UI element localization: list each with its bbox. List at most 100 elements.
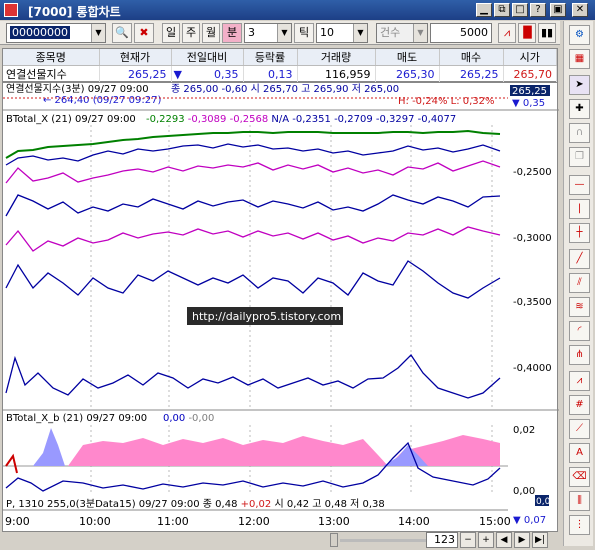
magnet-icon: ∩: [575, 127, 584, 138]
tool-more[interactable]: ⋮: [569, 515, 590, 535]
tool-pointer[interactable]: ➤: [569, 75, 590, 95]
chevron-down-icon[interactable]: ▼: [91, 24, 105, 42]
col-header: 등락률: [243, 49, 298, 66]
col-header: 전일대비: [171, 49, 244, 66]
tool-pitchfork[interactable]: ⋔: [569, 345, 590, 365]
tool-candle[interactable]: ⫼: [569, 491, 590, 511]
zoom-input[interactable]: 123: [426, 532, 458, 548]
chart-type-button[interactable]: ⩘: [498, 23, 516, 43]
blue-line-2: [5, 194, 501, 217]
period-minute-button[interactable]: 분: [222, 23, 242, 43]
arrow-left-icon: ◀: [500, 535, 508, 545]
indicator-button[interactable]: ▐▌: [518, 23, 536, 43]
y-tick: 0,00: [513, 486, 535, 497]
tool-magnet[interactable]: ∩: [569, 123, 590, 143]
chart-area[interactable]: 연결선물지수(3분) 09/27 09:00 종 265,00 -0,60 시 …: [2, 82, 559, 533]
search-button[interactable]: 🔍: [112, 23, 132, 43]
pane1-value: -0,2293: [146, 114, 185, 125]
tool-copy[interactable]: ❐: [569, 147, 590, 167]
price-ohlc: 종 265,00 -0,60 시 265,70 고 265,90 저 265,0…: [171, 83, 399, 95]
bottom-controls: 123 − + ◀ ▶ ▶|: [330, 531, 560, 549]
zoom-in-button[interactable]: +: [478, 532, 494, 548]
pane2-name: BTotal_X_b (21) 09/27 09:00: [6, 413, 147, 424]
pin-button[interactable]: ▣: [550, 3, 566, 17]
volume-button[interactable]: ▮▮: [538, 23, 556, 43]
time-tick: 15:00: [479, 515, 511, 528]
pane1-value: -0,2351: [292, 114, 331, 125]
pane1-gridlines: [90, 125, 493, 409]
tool-horizontal-line[interactable]: —: [569, 175, 590, 195]
chevron-down-icon[interactable]: ▼: [353, 24, 367, 42]
tool-cross-line[interactable]: ┼: [569, 223, 590, 243]
minute-combo[interactable]: 3 ▼: [244, 23, 292, 43]
candle-icon: ⫼: [577, 495, 582, 506]
pane1-value: -0,2709: [334, 114, 373, 125]
tool-settings[interactable]: ⚙: [569, 25, 590, 45]
tool-fibo-arc[interactable]: ◜: [569, 321, 590, 341]
help-button[interactable]: ?: [530, 3, 546, 17]
tool-gann-grid[interactable]: #: [569, 395, 590, 415]
ask-price: 265,30: [375, 65, 440, 82]
minimize-button[interactable]: ▁: [476, 3, 492, 17]
search-icon: 🔍: [115, 26, 129, 39]
blue-line-1: [5, 143, 501, 166]
time-tick: 13:00: [318, 515, 350, 528]
chart-svg[interactable]: 연결선물지수(3분) 09/27 09:00 종 265,00 -0,60 시 …: [3, 83, 559, 533]
change-cell: ▼ 0,35: [171, 65, 244, 82]
down-arrow-icon: ▼: [173, 67, 182, 81]
indicator-pane-1[interactable]: BTotal_X (21) 09/27 09:00 -0,2293 -0,308…: [5, 114, 552, 409]
tool-erase[interactable]: ⌫: [569, 467, 590, 487]
code-value: 00000000: [10, 26, 70, 39]
copy-icon: ❐: [575, 151, 584, 162]
tool-crosshair[interactable]: ✚: [569, 99, 590, 119]
tool-fibo-fan[interactable]: ≋: [569, 297, 590, 317]
magenta-line-2: [5, 226, 501, 252]
tool-vertical-line[interactable]: |: [569, 199, 590, 219]
y-tick: 0,02: [513, 425, 535, 436]
tool-speed-line[interactable]: ⟋: [569, 419, 590, 439]
title-bar: [7000] 통합차트 ▁ ⧉ □ ? ▣ ✕: [0, 0, 595, 20]
bar-chart-icon: ▐▌: [519, 26, 536, 39]
speed-line-icon: ⟋: [576, 423, 583, 434]
blue-line-4: [5, 353, 501, 399]
delete-search-button[interactable]: ✖: [134, 23, 154, 43]
red-marker: [5, 453, 18, 474]
period-week-button[interactable]: 주: [182, 23, 200, 43]
pane1-value: -0,3089: [188, 114, 227, 125]
last-price: 265,25: [512, 86, 547, 97]
chevron-down-icon[interactable]: ▼: [413, 24, 427, 42]
blue-line-3: [5, 260, 501, 299]
maximize-button[interactable]: □: [512, 3, 528, 17]
last-change: ▼ 0,35: [512, 98, 545, 109]
quote-header-row: 종목명 현재가 전일대비 등락률 거래량 매도 매수 시가: [3, 49, 557, 66]
symbol-name[interactable]: 연결선물지수: [3, 65, 100, 82]
period-month-button[interactable]: 월: [202, 23, 220, 43]
count-combo[interactable]: 건수 ▼: [376, 23, 428, 43]
next-button[interactable]: ▶: [514, 532, 530, 548]
tool-layout[interactable]: ▦: [569, 49, 590, 69]
time-tick: 14:00: [398, 515, 430, 528]
code-combo[interactable]: 00000000 ▼: [6, 23, 106, 43]
count-input[interactable]: 5000: [430, 23, 492, 43]
tick-button[interactable]: 틱: [294, 23, 314, 43]
tool-channel-line[interactable]: ⫽: [569, 273, 590, 293]
end-button[interactable]: ▶|: [532, 532, 548, 548]
pane2-last-neg: ▼ 0,07: [513, 515, 546, 526]
tool-gann-fan[interactable]: ⩘: [569, 371, 590, 391]
price-legend: 연결선물지수(3분) 09/27 09:00: [6, 83, 149, 95]
scroll-left-button[interactable]: [330, 533, 338, 547]
tool-text[interactable]: A: [569, 443, 590, 463]
col-header: 종목명: [3, 49, 100, 66]
chevron-down-icon[interactable]: ▼: [277, 24, 291, 42]
scroll-track[interactable]: [340, 539, 426, 542]
close-button[interactable]: ✕: [572, 3, 588, 17]
tick-combo[interactable]: 10 ▼: [316, 23, 368, 43]
period-day-button[interactable]: 일: [162, 23, 180, 43]
tool-trend-line[interactable]: ╱: [569, 249, 590, 269]
prev-button[interactable]: ◀: [496, 532, 512, 548]
quote-row: 연결선물지수 265,25 ▼ 0,35 0,13 116,959 265,30…: [3, 65, 557, 82]
erase-icon: ⌫: [572, 471, 587, 482]
zoom-out-button[interactable]: −: [460, 532, 476, 548]
restore-button[interactable]: ⧉: [494, 3, 510, 17]
y-tick: -0,3000: [513, 233, 552, 244]
